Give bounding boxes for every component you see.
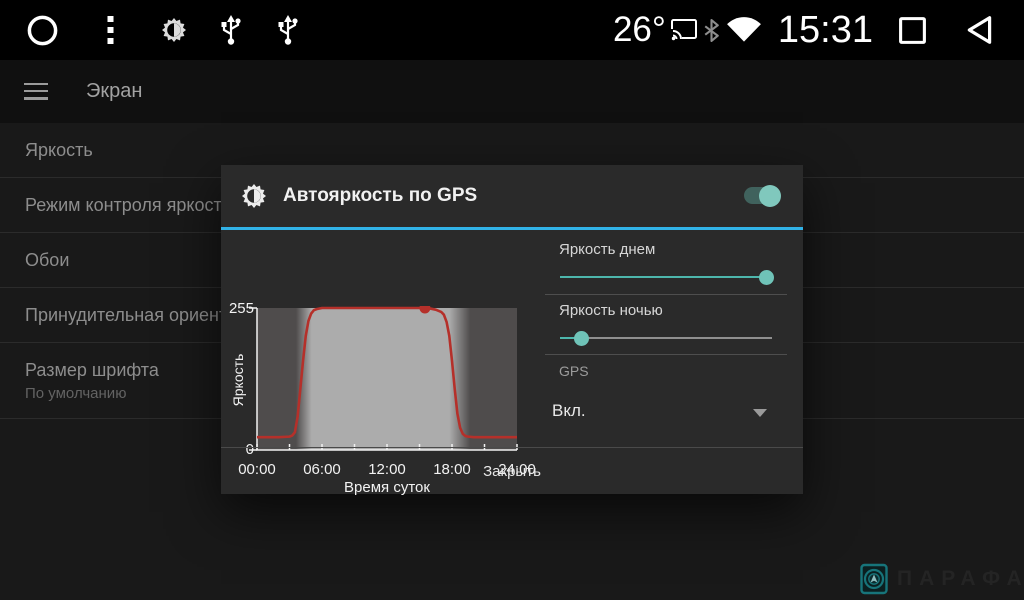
bluetooth-icon: [704, 19, 719, 42]
brightness-chart: 255 0 Яркость 00:00 06:00 12:00 18:00 24…: [221, 230, 545, 447]
night-brightness-label: Яркость ночью: [559, 302, 663, 319]
dialog-header: Автояркость по GPS: [221, 165, 803, 227]
brand-logo-icon: [860, 563, 888, 595]
day-brightness-label: Яркость днем: [559, 241, 655, 258]
day-brightness-slider[interactable]: [560, 269, 772, 285]
dialog-title: Автояркость по GPS: [283, 185, 477, 207]
circle-nav-icon[interactable]: [26, 14, 59, 47]
chevron-down-icon: [753, 409, 767, 417]
brand-watermark-text: ПАРАФАР: [897, 567, 1024, 591]
recents-icon[interactable]: [897, 15, 928, 46]
clock-text: 15:31: [778, 9, 873, 52]
status-right-icons: 26° 15:31: [613, 9, 1024, 52]
auto-brightness-icon: [242, 184, 266, 208]
usb-icon: [220, 15, 242, 45]
menu-icon[interactable]: [24, 83, 50, 101]
temperature-text: 26°: [613, 10, 666, 50]
back-icon[interactable]: [964, 14, 996, 46]
wifi-icon: [726, 17, 762, 43]
toolbar: Экран: [0, 60, 1024, 123]
night-brightness-slider[interactable]: [560, 330, 772, 346]
plot-area: [247, 306, 527, 458]
y-axis-label: Яркость: [230, 350, 246, 410]
slider-thumb[interactable]: [574, 331, 589, 346]
auto-brightness-dialog: Автояркость по GPS 255 0 Яркость 00:00 0…: [221, 165, 803, 494]
dialog-controls: Яркость днем Яркость ночью GPS Вкл.: [545, 230, 803, 447]
brand-watermark: ПАРАФАР: [860, 563, 1024, 595]
divider: [545, 354, 787, 355]
divider: [545, 294, 787, 295]
auto-brightness-status-icon: [162, 18, 186, 42]
gps-label: GPS: [559, 363, 589, 379]
close-button[interactable]: Закрыть: [221, 447, 803, 494]
status-bar: 26° 15:31: [0, 0, 1024, 60]
screen: 26° 15:31: [0, 0, 1024, 600]
gps-auto-toggle[interactable]: [744, 187, 778, 204]
overflow-menu-icon[interactable]: [107, 16, 114, 44]
status-left-icons: [0, 14, 299, 47]
gps-dropdown-value: Вкл.: [552, 401, 586, 421]
cast-icon: [671, 19, 697, 41]
usb-icon: [277, 15, 299, 45]
page-title: Экран: [86, 80, 142, 103]
gps-dropdown[interactable]: Вкл.: [552, 395, 772, 429]
toggle-knob: [759, 185, 781, 207]
slider-thumb[interactable]: [759, 270, 774, 285]
